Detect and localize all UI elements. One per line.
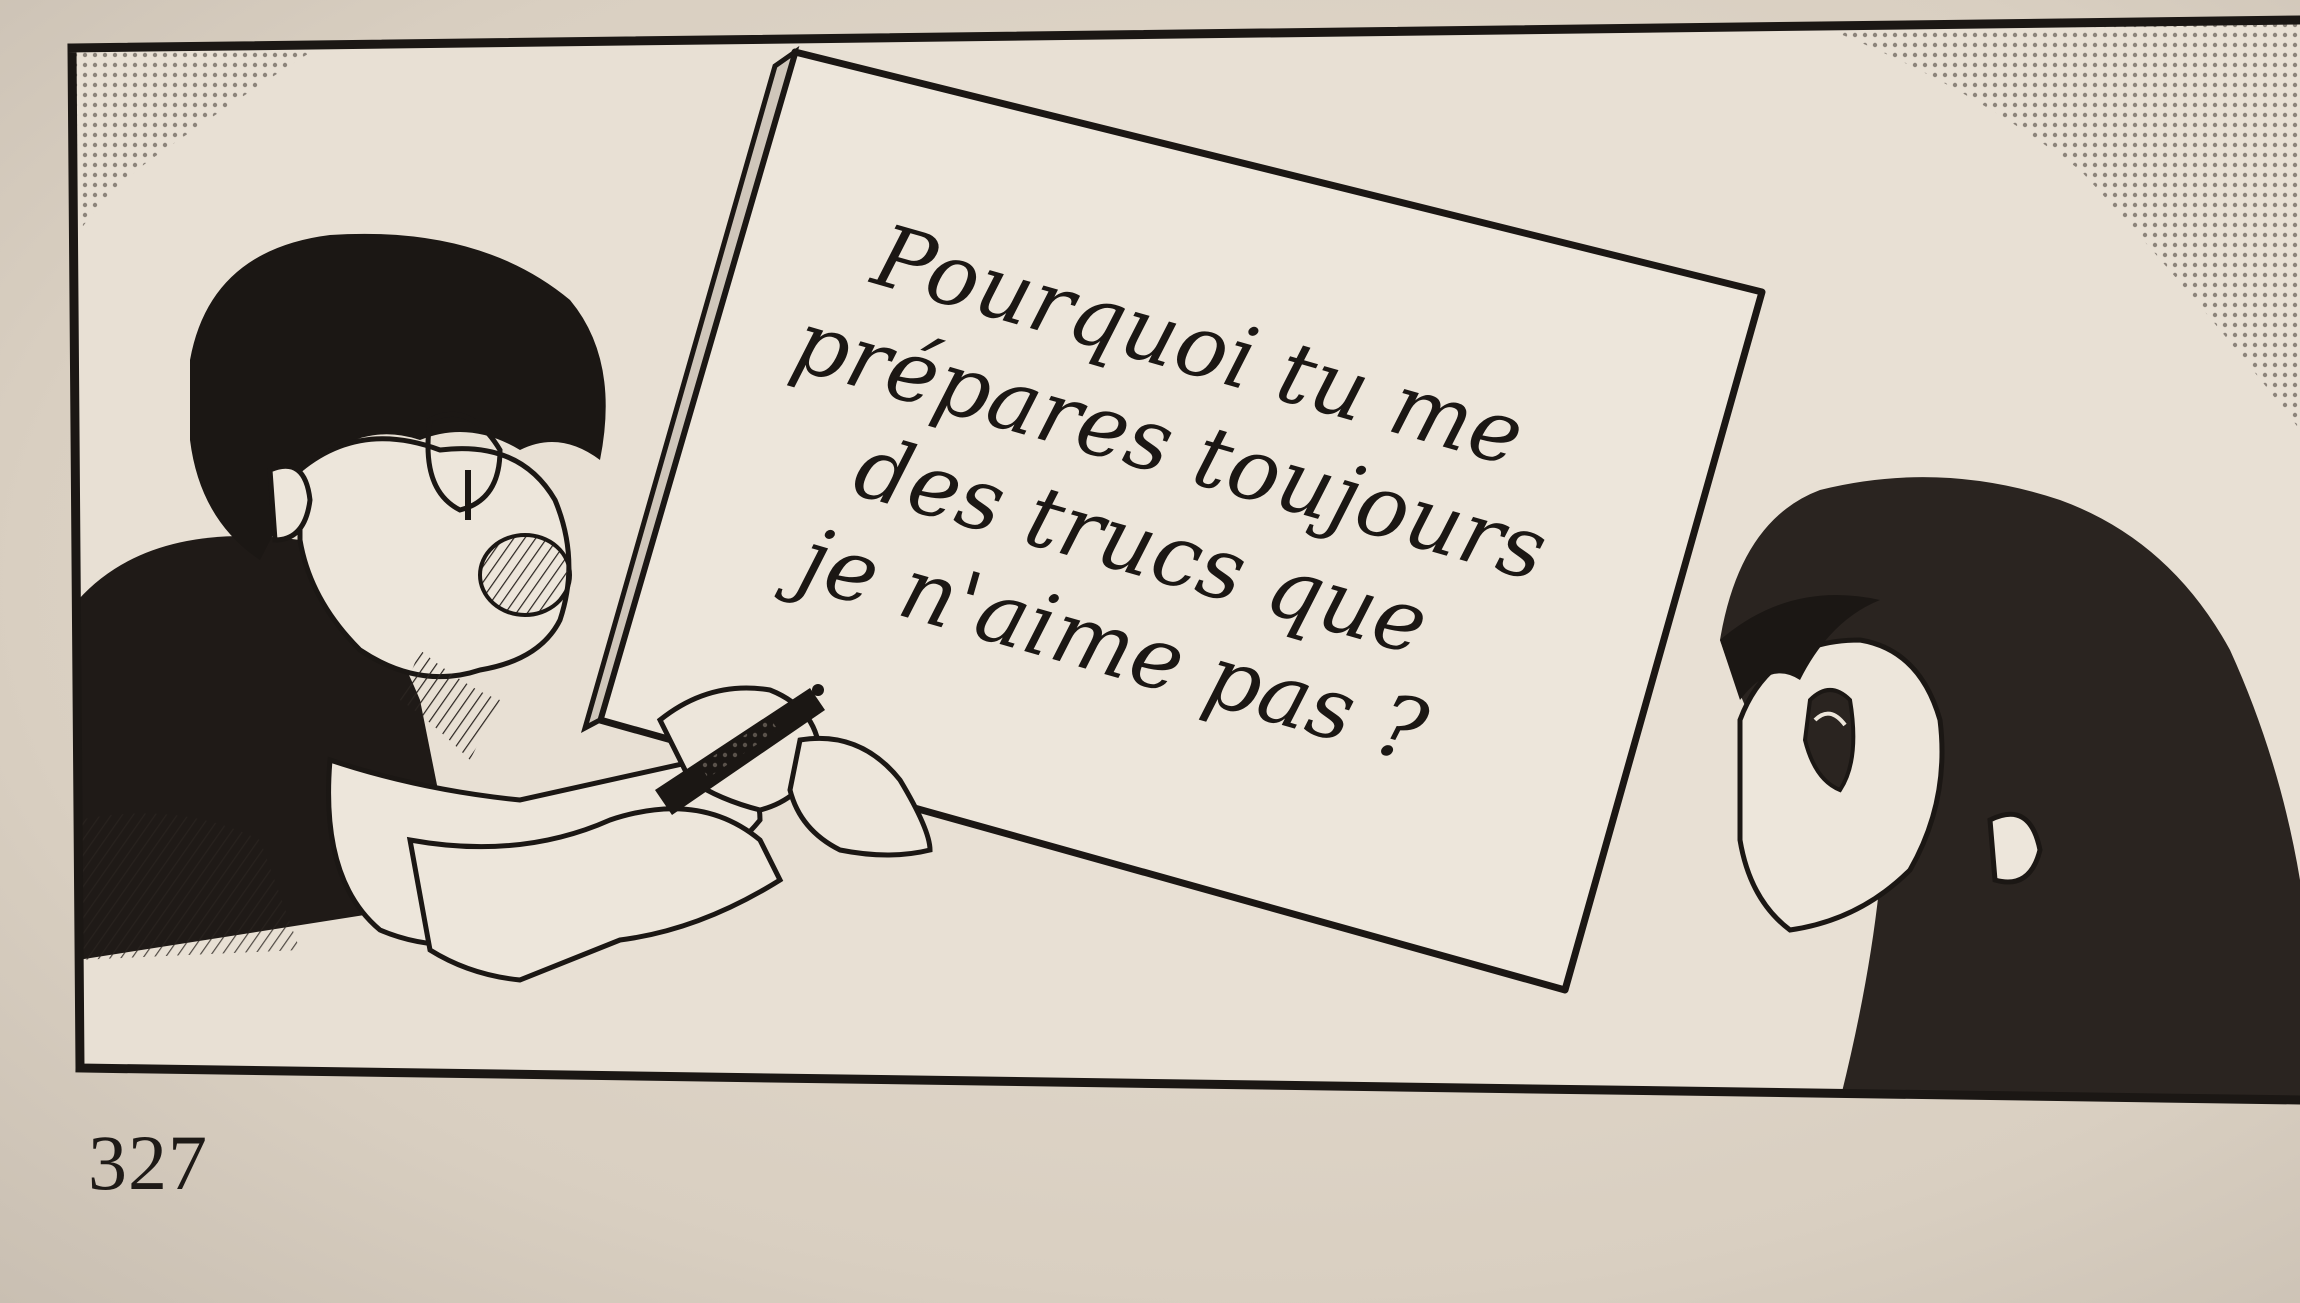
page-number: 327 bbox=[88, 1119, 208, 1206]
manga-page: Pourquoi tu me prépares toujours des tru… bbox=[0, 0, 2300, 1303]
